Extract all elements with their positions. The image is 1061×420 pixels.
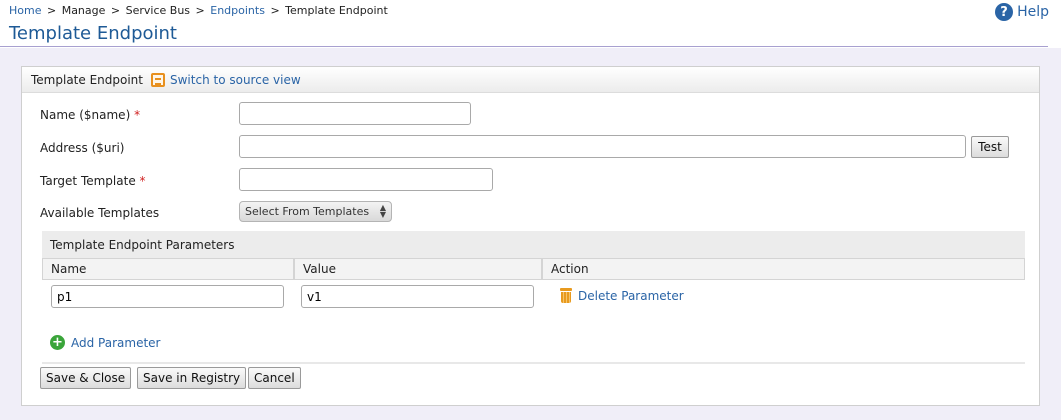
select-arrows-icon: ▲ ▼ [379,203,386,219]
delete-parameter-label: Delete Parameter [578,288,684,303]
endpoint-panel: Template Endpoint Switch to source view … [21,66,1040,406]
breadcrumb-separator: > [195,4,205,17]
target-template-input[interactable] [239,168,493,191]
breadcrumb-home[interactable]: Home [9,4,41,17]
panel-header: Template Endpoint Switch to source view [22,67,1039,93]
breadcrumb-service-bus: Service Bus [125,4,191,17]
required-marker: * [134,108,141,122]
parameters-title: Template Endpoint Parameters [50,238,235,252]
panel-title: Template Endpoint [31,73,143,87]
parameters-header: Template Endpoint Parameters [42,231,1025,258]
page-title: Template Endpoint [9,23,177,44]
address-input[interactable] [239,135,966,158]
breadcrumb-separator: > [110,4,121,17]
name-label-text: Name ($name) [40,108,131,122]
breadcrumb: Home > Manage > Service Bus > Endpoints … [9,4,388,17]
title-divider [0,46,1048,47]
target-template-label: Target Template * [40,174,146,188]
available-templates-select[interactable]: Select From Templates ▲ ▼ [239,201,392,222]
breadcrumb-endpoints[interactable]: Endpoints [210,4,265,17]
name-input[interactable] [239,102,471,125]
parameters-divider [42,362,1025,364]
column-header-action: Action [542,258,1025,280]
add-parameter-link[interactable]: + Add Parameter [50,335,160,350]
save-close-button[interactable]: Save & Close [40,367,132,389]
parameter-name-input[interactable] [51,285,284,308]
help-link[interactable]: ? Help [995,3,1049,21]
top-bar: Home > Manage > Service Bus > Endpoints … [0,0,1061,48]
breadcrumb-separator: > [270,4,280,17]
template-endpoint-parameters: Template Endpoint Parameters Name Value … [42,231,1025,364]
add-parameter-label: Add Parameter [71,335,161,350]
delete-parameter-link[interactable]: Delete Parameter [560,288,684,303]
available-templates-label: Available Templates [40,206,160,220]
required-marker: * [139,174,146,188]
help-label: Help [1017,4,1049,20]
test-button[interactable]: Test [971,136,1009,158]
add-icon: + [50,335,65,350]
select-value: Select From Templates [245,205,370,218]
column-header-value: Value [294,258,542,280]
switch-label: Switch to source view [170,73,301,87]
save-in-registry-button[interactable]: Save in Registry [137,367,247,389]
cancel-button[interactable]: Cancel [248,367,301,389]
breadcrumb-current: Template Endpoint [285,4,388,17]
parameter-value-input[interactable] [301,285,534,308]
target-label-text: Target Template [40,174,136,188]
switch-to-source-view-link[interactable]: Switch to source view [151,73,301,87]
trash-icon [560,288,572,303]
breadcrumb-separator: > [46,4,57,17]
name-label: Name ($name) * [40,108,140,122]
breadcrumb-manage: Manage [61,4,106,17]
address-label: Address ($uri) [40,141,125,155]
help-icon: ? [995,3,1014,21]
column-header-name: Name [42,258,294,280]
source-view-icon [151,73,165,87]
